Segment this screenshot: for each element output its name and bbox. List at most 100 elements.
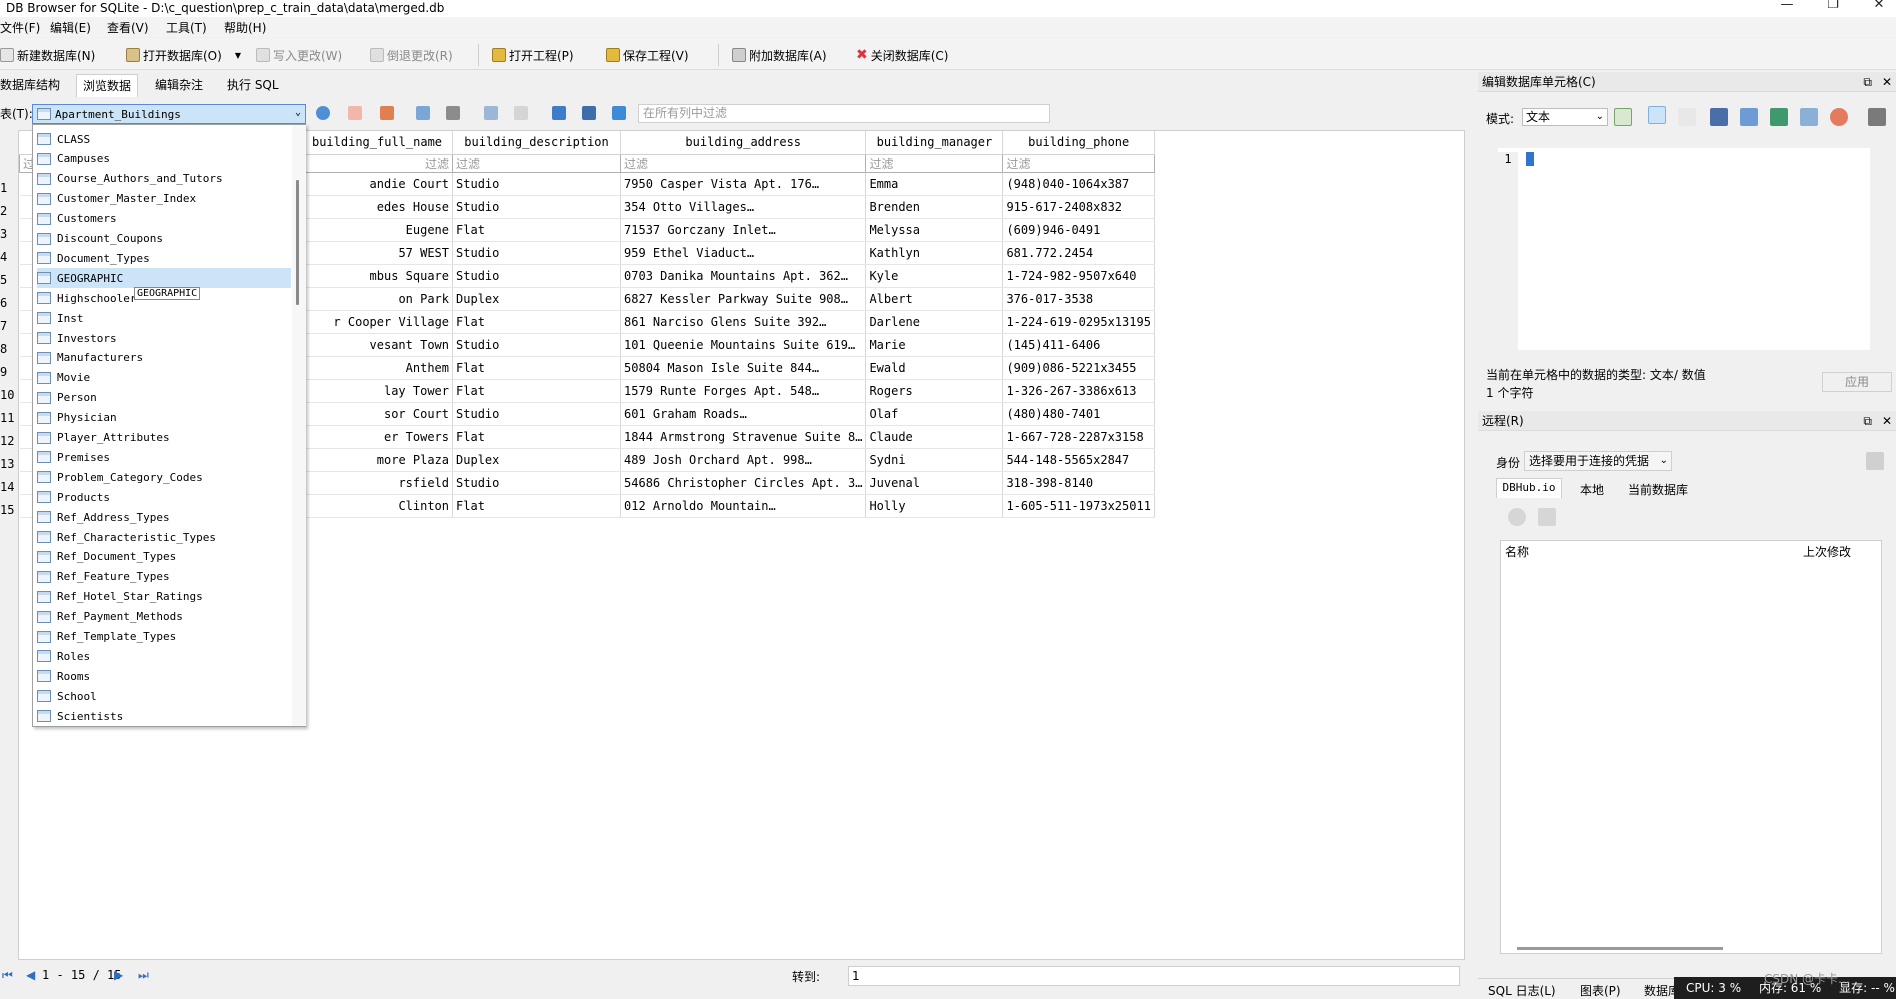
filter-cell[interactable]: 过滤 <box>865 153 1004 173</box>
dropdown-item[interactable]: School <box>37 686 291 706</box>
close-db-button[interactable]: ✖ 关闭数据库(C) <box>856 46 948 64</box>
table-cell[interactable]: 915-617-2408x832 <box>1002 195 1155 219</box>
table-cell[interactable]: 6827 Kessler Parkway Suite 908… <box>620 287 867 311</box>
dropdown-scrollbar[interactable] <box>292 125 306 726</box>
table-cell[interactable]: Ewald <box>865 356 1004 380</box>
table-cell[interactable]: Flat <box>452 425 622 449</box>
chevron-down-icon[interactable]: ⌄ <box>295 107 301 118</box>
dropdown-item[interactable]: Ref_Hotel_Star_Ratings <box>37 587 291 607</box>
row-number[interactable]: 10 <box>0 384 18 407</box>
table-cell[interactable]: Studio <box>452 333 622 357</box>
save-filter-icon[interactable] <box>416 106 430 120</box>
tab-local[interactable]: 本地 <box>1580 481 1604 498</box>
table-cell[interactable]: 1-326-267-3386x613 <box>1002 379 1155 403</box>
open-external-icon[interactable] <box>1800 108 1818 126</box>
tab-plot[interactable]: 图表(P) <box>1580 982 1621 999</box>
dropdown-item[interactable]: Customers <box>37 209 291 229</box>
table-cell[interactable]: Sydni <box>865 448 1004 472</box>
mode-select[interactable]: 文本 ⌄ <box>1522 108 1608 126</box>
row-number[interactable]: 5 <box>0 269 18 292</box>
table-cell[interactable]: Albert <box>865 287 1004 311</box>
table-cell[interactable]: (480)480-7401 <box>1002 402 1155 426</box>
dropdown-item[interactable]: Document_Types <box>37 248 291 268</box>
dropdown-item[interactable]: Products <box>37 487 291 507</box>
table-cell[interactable]: Flat <box>452 356 622 380</box>
table-cell[interactable]: (145)411-6406 <box>1002 333 1155 357</box>
next-page-icon[interactable]: ▶ <box>114 968 123 982</box>
table-dropdown-list[interactable]: CLASS Campuses Course_Authors_and_Tutors Cu… <box>32 124 306 727</box>
word-wrap-icon[interactable] <box>1648 106 1666 124</box>
tab-dbhub[interactable]: DBHub.io <box>1496 478 1562 498</box>
table-cell[interactable]: Flat <box>452 310 622 334</box>
col-header-building-phone[interactable]: building_phone <box>1002 131 1155 155</box>
import-icon[interactable] <box>1710 108 1728 126</box>
remote-clone-icon[interactable] <box>1538 508 1556 526</box>
dropdown-item[interactable]: GEOGRAPHIC <box>37 268 291 289</box>
table-cell[interactable]: 681.772.2454 <box>1002 241 1155 265</box>
autoformat-icon[interactable] <box>1614 108 1632 126</box>
dropdown-item[interactable]: Player_Attributes <box>37 428 291 448</box>
dropdown-item[interactable]: Ref_Address_Types <box>37 507 291 527</box>
insert-record-icon[interactable] <box>484 106 498 120</box>
write-changes-button[interactable]: 写入更改(W) <box>256 46 342 64</box>
dropdown-item[interactable]: Discount_Coupons <box>37 229 291 249</box>
table-cell[interactable]: Studio <box>452 471 622 495</box>
table-cell[interactable]: Juvenal <box>865 471 1004 495</box>
table-cell[interactable]: 601 Graham Roads… <box>620 402 867 426</box>
table-cell[interactable]: Kyle <box>865 264 1004 288</box>
text-align-icon[interactable] <box>1678 108 1696 126</box>
dropdown-item[interactable]: Movie <box>37 368 291 388</box>
revert-changes-button[interactable]: 倒退更改(R) <box>370 46 453 64</box>
close-window-button[interactable]: ✕ <box>1864 0 1894 12</box>
goto-input[interactable]: 1 <box>848 966 1460 986</box>
table-cell[interactable]: 354 Otto Villages… <box>620 195 867 219</box>
dropdown-item[interactable]: Ref_Template_Types <box>37 627 291 647</box>
dropdown-item[interactable]: Customer_Master_Index <box>37 189 291 209</box>
table-cell[interactable]: Flat <box>452 218 622 242</box>
row-number[interactable]: 7 <box>0 315 18 338</box>
table-cell[interactable]: Duplex <box>452 287 622 311</box>
open-db-button[interactable]: 打开数据库(O) ▼ <box>126 46 241 64</box>
dropdown-item[interactable]: Scientists <box>37 706 291 726</box>
tab-db-structure[interactable]: 数据库结构 <box>0 76 60 93</box>
remote-file-list[interactable]: 名称 上次修改 <box>1500 540 1882 954</box>
cell-editor[interactable]: 1 <box>1498 148 1870 350</box>
goto-icon[interactable] <box>612 106 626 120</box>
prev-page-icon[interactable]: ◀ <box>26 968 35 982</box>
open-db-dropdown-icon[interactable]: ▼ <box>235 51 241 60</box>
filter-all-input[interactable]: 在所有列中过滤 <box>638 104 1050 123</box>
table-cell[interactable]: (909)086-5221x3455 <box>1002 356 1155 380</box>
dropdown-item[interactable]: Ref_Payment_Methods <box>37 607 291 627</box>
dropdown-item[interactable]: Physician <box>37 408 291 428</box>
table-cell[interactable]: 1844 Armstrong Stravenue Suite 8… <box>620 425 867 449</box>
table-cell[interactable]: 959 Ethel Viaduct… <box>620 241 867 265</box>
dropdown-item[interactable]: Roles <box>37 646 291 666</box>
find-icon[interactable] <box>552 106 566 120</box>
row-number[interactable]: 9 <box>0 361 18 384</box>
clear-icon[interactable] <box>1830 108 1848 126</box>
col-header-building-manager[interactable]: building_manager <box>865 131 1004 155</box>
last-page-icon[interactable]: ⏭ <box>138 968 149 983</box>
table-cell[interactable]: 1-724-982-9507x640 <box>1002 264 1155 288</box>
menu-edit[interactable]: 编辑(E) <box>50 19 91 36</box>
dropdown-item[interactable]: Campuses <box>37 149 291 169</box>
tab-execute-sql[interactable]: 执行 SQL <box>227 76 279 93</box>
remote-refresh-icon[interactable] <box>1508 508 1526 526</box>
open-project-button[interactable]: 打开工程(P) <box>492 46 574 64</box>
table-cell[interactable]: 489 Josh Orchard Apt. 998… <box>620 448 867 472</box>
menu-help[interactable]: 帮助(H) <box>224 19 266 36</box>
table-cell[interactable]: Darlene <box>865 310 1004 334</box>
print-cell-icon[interactable] <box>1868 108 1886 126</box>
minimize-button[interactable]: — <box>1772 0 1802 12</box>
col-header-building-address[interactable]: building_address <box>620 131 867 155</box>
close-panel-icon[interactable]: ✕ <box>1882 72 1892 92</box>
dropdown-item[interactable]: Course_Authors_and_Tutors <box>37 169 291 189</box>
table-cell[interactable]: (948)040-1064x387 <box>1002 172 1155 196</box>
dropdown-item[interactable]: Ref_Document_Types <box>37 547 291 567</box>
close-panel-icon[interactable]: ✕ <box>1882 411 1892 431</box>
filter-cell[interactable]: 过滤 <box>1002 153 1155 173</box>
dropdown-item[interactable]: Ref_Characteristic_Types <box>37 527 291 547</box>
table-cell[interactable]: Emma <box>865 172 1004 196</box>
row-number[interactable]: 3 <box>0 223 18 246</box>
table-cell[interactable]: 1-605-511-1973x25011 <box>1002 494 1155 518</box>
